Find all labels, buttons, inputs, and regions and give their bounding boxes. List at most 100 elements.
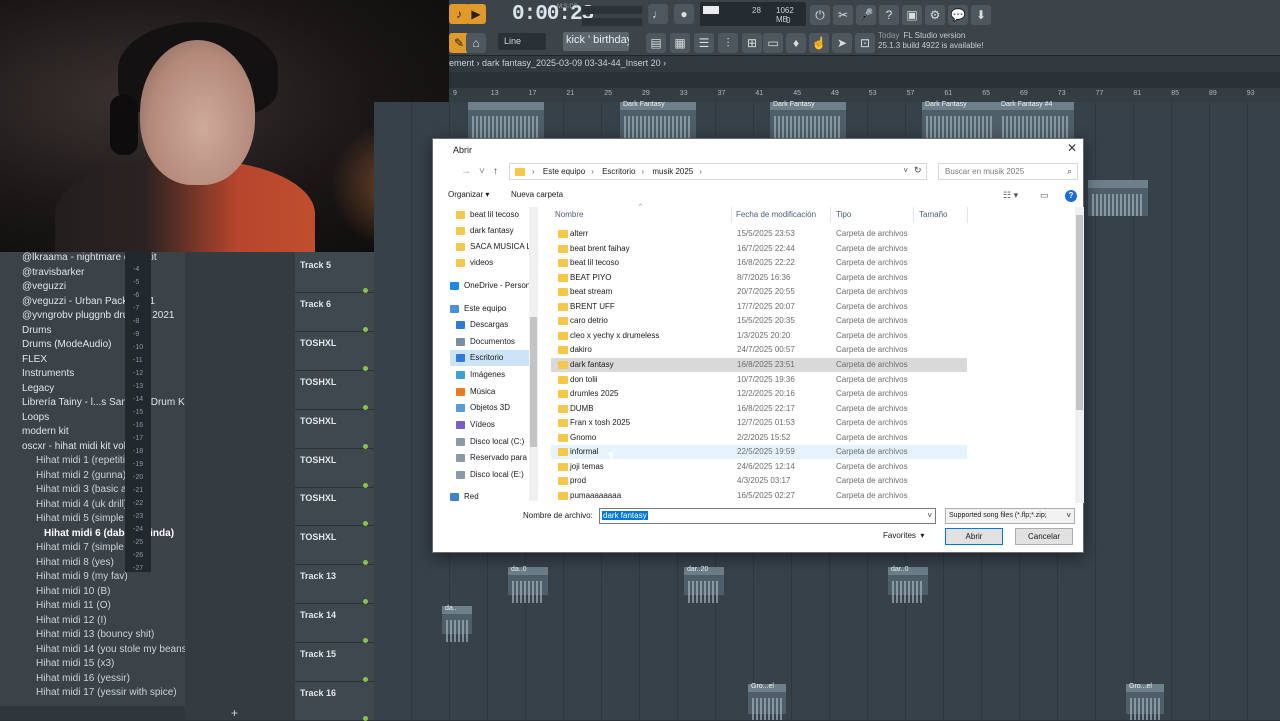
column-date[interactable]: Fecha de modificación: [736, 210, 816, 219]
browser-file[interactable]: Hihat midi 16 (yessir): [36, 673, 130, 684]
cancel-button[interactable]: Cancelar: [1015, 528, 1073, 545]
stamp-tool-icon[interactable]: ⌂: [466, 33, 486, 53]
file-row[interactable]: cleo x yechy x drumeless 1/3/2025 20:20 Ca…: [551, 329, 967, 343]
browser-folder[interactable]: FLEX: [22, 354, 47, 365]
chevron-down-icon[interactable]: ˅: [927, 511, 932, 520]
snap-mode-select[interactable]: Line: [498, 33, 546, 50]
browser-folder[interactable]: Drums (ModeAudio): [22, 339, 111, 350]
file-row[interactable]: beat brent faihay 16/7/2025 22:44 Carpeta …: [551, 242, 967, 256]
nav-item[interactable]: SACA MUSICA L: [450, 239, 538, 255]
track-header[interactable]: TOSHXL: [295, 372, 374, 410]
file-row[interactable]: BRENT UFF 17/7/2025 20:07 Carpeta de archi…: [551, 300, 967, 314]
file-row[interactable]: drumles 2025 12/2/2025 20:16 Carpeta de ar…: [551, 387, 967, 401]
new-folder-button[interactable]: Nueva carpeta: [511, 190, 563, 199]
file-row[interactable]: don tolii 10/7/2025 19:36 Carpeta de archi…: [551, 373, 967, 387]
capture-icon[interactable]: ➤: [832, 33, 852, 53]
filename-value[interactable]: dark fantasy: [602, 511, 648, 520]
breadcrumb-item[interactable]: musik 2025: [652, 167, 693, 176]
track-header[interactable]: TOSHXL: [295, 333, 374, 371]
play-mode-icon[interactable]: ▶: [466, 4, 486, 24]
file-row[interactable]: pumaaaaaaaa 16/5/2025 02:27 Carpeta de arc…: [551, 489, 967, 503]
column-separator[interactable]: [967, 207, 968, 223]
scroll-thumb[interactable]: [1076, 215, 1083, 410]
tools-icon[interactable]: ✂: [833, 5, 853, 25]
track-active-led-icon[interactable]: [363, 404, 368, 410]
file-row[interactable]: DUMB 16/8/2025 22:17 Carpeta de archivos: [551, 402, 967, 416]
track-header[interactable]: TOSHXL: [295, 411, 374, 449]
browser-folder[interactable]: oscxr - hihat midi kit vol.2: [22, 441, 134, 452]
filename-input[interactable]: dark fantasy ˅: [599, 508, 936, 524]
track-header[interactable]: Track 14: [295, 605, 374, 644]
audio-clip[interactable]: Gro...el: [748, 683, 786, 720]
track-active-led-icon[interactable]: [363, 677, 368, 682]
news-panel[interactable]: Today FL Studio version 25.1.3 build 4922…: [878, 31, 988, 51]
master-pitch-slider[interactable]: [582, 18, 642, 26]
mixer-icon[interactable]: ⫶: [718, 33, 738, 53]
nav-item[interactable]: Música: [450, 384, 538, 400]
power-icon[interactable]: ⏻: [810, 5, 830, 25]
audio-clip[interactable]: da..: [442, 605, 472, 642]
track-header[interactable]: TOSHXL: [295, 450, 374, 488]
column-name[interactable]: Nombre: [555, 210, 583, 219]
filetype-select[interactable]: Supported song files (*.flp;*.zip; ˅: [945, 508, 1075, 524]
file-row[interactable]: beat stream 20/7/2025 20:55 Carpeta de arc…: [551, 285, 967, 299]
audio-clip[interactable]: dar..20: [684, 566, 724, 603]
browser-folder[interactable]: Librería Tainy - l...s Samples Drum Kit: [22, 397, 190, 408]
column-type[interactable]: Tipo: [836, 210, 851, 219]
file-row[interactable]: Fran x tosh 2025 12/7/2025 01:53 Carpeta d…: [551, 416, 967, 430]
audio-clip[interactable]: Dark Fantasy: [620, 101, 696, 138]
browser-file[interactable]: Hihat midi 8 (yes): [36, 557, 114, 568]
piano-roll-icon[interactable]: ▦: [670, 33, 690, 53]
column-separator[interactable]: [731, 207, 732, 223]
track-active-led-icon[interactable]: [363, 326, 368, 332]
plugin-picker-icon[interactable]: ♦: [786, 33, 806, 53]
nav-item[interactable]: OneDrive - Person: [450, 278, 538, 294]
column-size[interactable]: Tamaño: [919, 210, 947, 219]
mic-icon[interactable]: 🎤: [856, 5, 876, 25]
view-options-icon[interactable]: ☷ ▾: [1003, 190, 1018, 201]
browser-file[interactable]: Hihat midi 5 (simple 1): [36, 513, 135, 524]
nav-item[interactable]: Red: [450, 489, 538, 505]
nav-item[interactable]: Reservado para e: [450, 450, 538, 466]
browser-folder[interactable]: Instruments: [22, 368, 74, 379]
organize-button[interactable]: Organizar ▾: [448, 190, 489, 199]
browser-file[interactable]: Hihat midi 3 (basic af): [36, 484, 133, 495]
help-icon[interactable]: ?: [879, 5, 899, 25]
metronome-icon[interactable]: ♩: [648, 4, 668, 24]
track-active-led-icon[interactable]: [363, 288, 368, 293]
track-active-led-icon[interactable]: [363, 365, 368, 371]
track-active-led-icon[interactable]: [363, 482, 368, 488]
nav-item[interactable]: beat lil tecoso: [450, 207, 538, 223]
chevron-down-icon[interactable]: ˅: [903, 166, 908, 175]
track-active-led-icon[interactable]: [363, 560, 368, 566]
address-bar[interactable]: › Este equipo › Escritorio › musik 2025 › ˅…: [509, 163, 927, 180]
audio-clip[interactable]: Gro...el: [1126, 683, 1164, 720]
track-header[interactable]: TOSHXL: [295, 488, 374, 527]
audio-clip[interactable]: da..0: [508, 566, 548, 603]
browser-file[interactable]: Hihat midi 9 (my fav): [36, 571, 128, 582]
track-active-led-icon[interactable]: [363, 443, 368, 449]
browser-icon[interactable]: ▭: [763, 33, 783, 53]
track-header[interactable]: Track 13: [295, 566, 374, 605]
playlist-timeline[interactable]: 9 13 17 21 25 29 33 37 41 45 49 53 57 61 65 69 73 77 81 85 8…: [449, 88, 1280, 102]
nav-item[interactable]: Disco local (C:): [450, 434, 538, 450]
close-icon[interactable]: ✕: [1065, 141, 1079, 155]
browser-file[interactable]: Hihat midi 4 (uk drill): [36, 499, 127, 510]
file-row[interactable]: alterr 15/5/2025 23:53 Carpeta de archivos: [551, 227, 967, 241]
browser-folder[interactable]: Drums: [22, 325, 51, 336]
browser-folder[interactable]: modern kit: [22, 426, 69, 437]
nav-item[interactable]: videos: [450, 255, 538, 271]
favorites-button[interactable]: Favorites ▾: [883, 531, 924, 540]
file-row[interactable]: dakiro 24/7/2025 00:57 Carpeta de archivos: [551, 343, 967, 357]
audio-clip[interactable]: Dark Fantasy #4: [998, 101, 1074, 138]
plugin-db-icon[interactable]: ⊞: [742, 33, 762, 53]
track-header[interactable]: Track 15: [295, 644, 374, 682]
audio-clip[interactable]: [1088, 180, 1148, 216]
nav-item[interactable]: Imágenes: [450, 367, 538, 383]
audio-clip[interactable]: [468, 102, 544, 138]
preview-pane-icon[interactable]: ▭: [1040, 190, 1049, 201]
audio-clip[interactable]: dar..0: [888, 566, 928, 603]
track-active-led-icon[interactable]: [363, 521, 368, 527]
channel-rack-icon[interactable]: ☰: [694, 33, 714, 53]
scroll-thumb[interactable]: [530, 317, 537, 447]
